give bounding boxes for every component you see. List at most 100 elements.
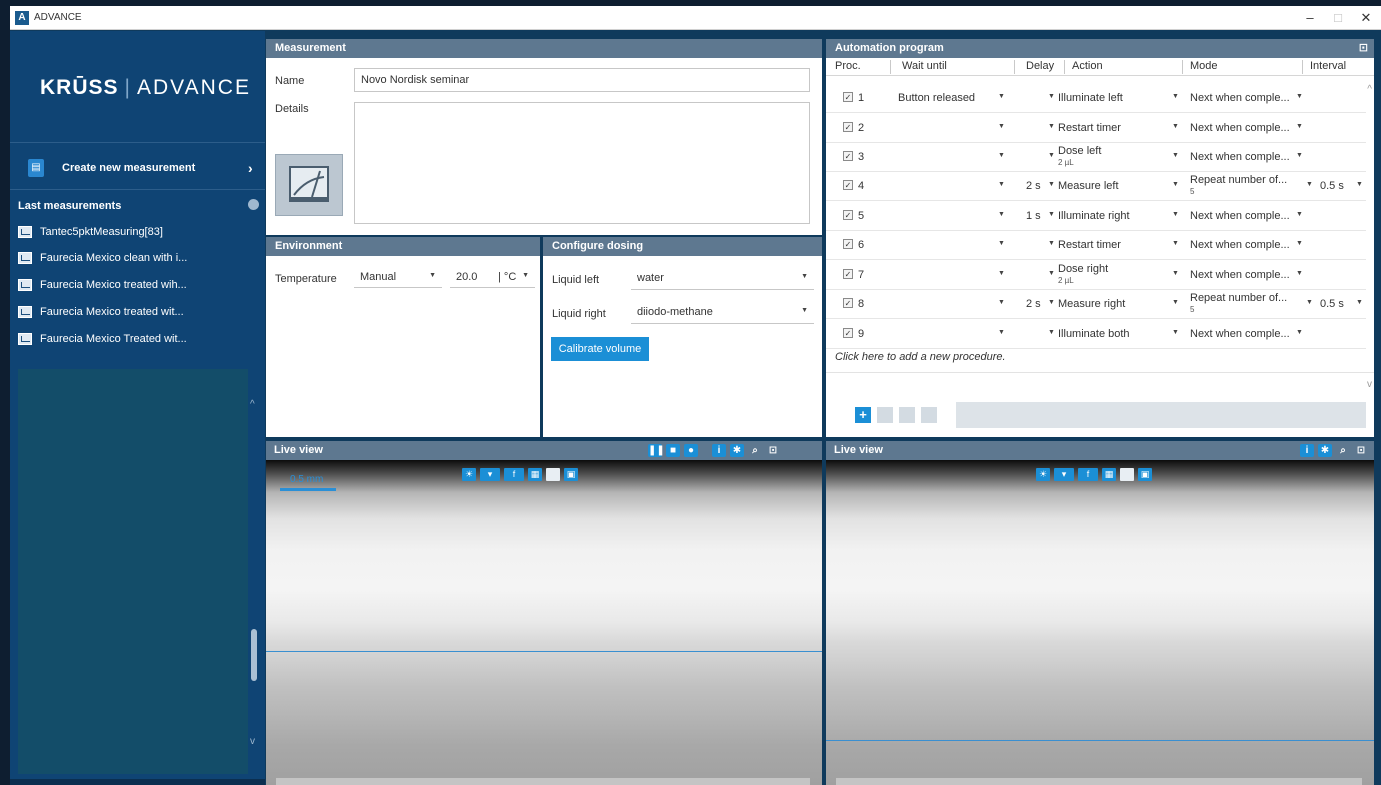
mode-value[interactable]: Next when comple... [1190, 328, 1290, 340]
delay-value[interactable]: 2 s [1026, 298, 1041, 310]
overlay-icon[interactable]: ▦ [1102, 468, 1116, 481]
delete-procedure-icon[interactable] [877, 407, 893, 423]
last-measurement-item[interactable]: Faurecia Mexico treated wih... [10, 272, 265, 298]
last-measurements-header[interactable]: Last measurements [10, 194, 265, 216]
name-input[interactable]: Novo Nordisk seminar [354, 68, 810, 92]
pause-icon[interactable]: ❚❚ [648, 444, 665, 457]
zoom-icon[interactable]: ⌕ [748, 444, 762, 457]
blank-tool-icon[interactable] [546, 468, 560, 481]
procedure-row[interactable]: ✓ 8 ▼ 2 s ▼ Measure right ▼ Repeat number o… [826, 290, 1366, 319]
camera-image[interactable]: ☀ ▾ f ▦ ▣ [826, 460, 1374, 785]
enabled-checkbox[interactable]: ✓ [843, 269, 853, 279]
action-value[interactable]: Restart timer [1058, 239, 1121, 251]
last-measurement-item[interactable]: Faurecia Mexico treated wit... [10, 299, 265, 325]
scroll-up-icon[interactable]: ^ [1367, 84, 1372, 95]
mode-value[interactable]: Next when comple... [1190, 122, 1290, 134]
brightness-icon[interactable]: ☀ [1036, 468, 1050, 481]
info-icon[interactable]: i [712, 444, 726, 457]
brightness-icon[interactable]: ☀ [462, 468, 476, 481]
overlay-icon[interactable]: ▦ [528, 468, 542, 481]
enabled-checkbox[interactable]: ✓ [843, 239, 853, 249]
create-new-measurement-button[interactable]: ▤ Create new measurement › [10, 151, 265, 185]
maximize-panel-icon[interactable]: ⊡ [1359, 41, 1368, 54]
mode-value[interactable]: Next when comple... [1190, 210, 1290, 222]
details-input[interactable] [354, 102, 810, 224]
enabled-checkbox[interactable]: ✓ [843, 151, 853, 161]
action-value[interactable]: Dose right 2 µL [1058, 264, 1108, 286]
action-value[interactable]: Measure right [1058, 298, 1125, 310]
procedure-row[interactable]: ✓ 9 ▼ ▼ Illuminate both ▼ Next when comple… [826, 320, 1366, 349]
interval-value[interactable]: 0.5 s [1320, 180, 1344, 192]
last-measurement-item[interactable]: Tantec5pktMeasuring[83] [10, 219, 265, 245]
maximize-panel-icon[interactable]: ⊡ [1354, 444, 1368, 457]
gear-icon[interactable]: ✱ [730, 444, 744, 457]
action-value[interactable]: Dose left 2 µL [1058, 146, 1101, 168]
procedure-row[interactable]: ✓ 6 ▼ ▼ Restart timer ▼ Next when comple..… [826, 231, 1366, 260]
procedure-row[interactable]: ✓ 2 ▼ ▼ Restart timer ▼ Next when comple..… [826, 114, 1366, 143]
scroll-down-icon[interactable]: v [1367, 379, 1372, 390]
zoom-icon[interactable]: ⌕ [1336, 444, 1350, 457]
sidebar-scrollbar-thumb[interactable] [251, 629, 257, 681]
temperature-mode-select[interactable]: Manual ▼ [354, 266, 442, 288]
maximize-panel-icon[interactable]: ⊡ [766, 444, 780, 457]
gear-icon[interactable]: ✱ [1318, 444, 1332, 457]
add-procedure-button[interactable]: + [855, 407, 871, 423]
enabled-checkbox[interactable]: ✓ [843, 298, 853, 308]
thermometer-icon[interactable]: ▾ [480, 468, 500, 481]
delay-value[interactable]: 1 s [1026, 210, 1041, 222]
baseline[interactable] [826, 740, 1374, 741]
close-button[interactable]: ✕ [1356, 9, 1376, 27]
temperature-value-field[interactable]: 20.0 | °C ▼ [450, 266, 535, 288]
record-icon[interactable]: ● [684, 444, 698, 457]
measurement-thumbnail[interactable] [275, 154, 343, 216]
procedure-row[interactable]: ✓ 1 Button released ▼ ▼ Illuminate left ▼ N… [826, 84, 1366, 113]
mode-value[interactable]: Next when comple... [1190, 269, 1290, 281]
maximize-button[interactable]: □ [1328, 9, 1348, 27]
delay-value[interactable]: 2 s [1026, 180, 1041, 192]
add-procedure-link[interactable]: Click here to add a new procedure. [835, 351, 1006, 363]
action-value[interactable]: Illuminate both [1058, 328, 1130, 340]
procedure-row[interactable]: ✓ 4 ▼ 2 s ▼ Measure left ▼ Repeat number of… [826, 172, 1366, 201]
action-value[interactable]: Measure left [1058, 180, 1119, 192]
move-down-icon[interactable] [921, 407, 937, 423]
baseline[interactable] [266, 651, 822, 652]
move-up-icon[interactable] [899, 407, 915, 423]
info-icon[interactable]: i [1300, 444, 1314, 457]
function-icon[interactable]: f [504, 468, 524, 481]
enabled-checkbox[interactable]: ✓ [843, 180, 853, 190]
interval-value[interactable]: 0.5 s [1320, 298, 1344, 310]
action-value[interactable]: Restart timer [1058, 122, 1121, 134]
last-measurement-item[interactable]: Faurecia Mexico Treated wit... [10, 326, 265, 352]
procedure-row[interactable]: ✓ 7 ▼ ▼ Dose right 2 µL ▼ Next when comple.… [826, 261, 1366, 290]
wait-until-value[interactable]: Button released [898, 92, 975, 104]
mode-value[interactable]: Next when comple... [1190, 92, 1290, 104]
scroll-down-icon[interactable]: v [250, 736, 255, 747]
function-icon[interactable]: f [1078, 468, 1098, 481]
mode-value[interactable]: Next when comple... [1190, 151, 1290, 163]
last-measurement-item[interactable]: Faurecia Mexico clean with i... [10, 245, 265, 271]
calibrate-volume-button[interactable]: Calibrate volume [551, 337, 649, 361]
help-assistant-bar[interactable] [10, 779, 265, 785]
action-value[interactable]: Illuminate right [1058, 210, 1130, 222]
camera-image[interactable]: ☀ ▾ f ▦ ▣ 0.5 mm [266, 460, 822, 785]
procedure-row[interactable]: ✓ 3 ▼ ▼ Dose left 2 µL ▼ Next when comple..… [826, 143, 1366, 172]
liquid-left-select[interactable]: water ▼ [631, 267, 814, 290]
minimize-button[interactable]: – [1300, 9, 1320, 27]
collapse-toggle-icon[interactable] [248, 199, 259, 210]
mode-value[interactable]: Repeat number of... 5 [1190, 175, 1287, 197]
camera-icon[interactable]: ■ [666, 444, 680, 457]
scroll-up-icon[interactable]: ^ [250, 399, 255, 410]
enabled-checkbox[interactable]: ✓ [843, 122, 853, 132]
enabled-checkbox[interactable]: ✓ [843, 210, 853, 220]
image-icon[interactable]: ▣ [564, 468, 578, 481]
action-value[interactable]: Illuminate left [1058, 92, 1123, 104]
image-icon[interactable]: ▣ [1138, 468, 1152, 481]
enabled-checkbox[interactable]: ✓ [843, 328, 853, 338]
enabled-checkbox[interactable]: ✓ [843, 92, 853, 102]
mode-value[interactable]: Repeat number of... 5 [1190, 293, 1287, 315]
thermometer-icon[interactable]: ▾ [1054, 468, 1074, 481]
procedure-row[interactable]: ✓ 5 ▼ 1 s ▼ Illuminate right ▼ Next when co… [826, 202, 1366, 231]
mode-value[interactable]: Next when comple... [1190, 239, 1290, 251]
liquid-right-select[interactable]: diiodo-methane ▼ [631, 301, 814, 324]
blank-tool-icon[interactable] [1120, 468, 1134, 481]
